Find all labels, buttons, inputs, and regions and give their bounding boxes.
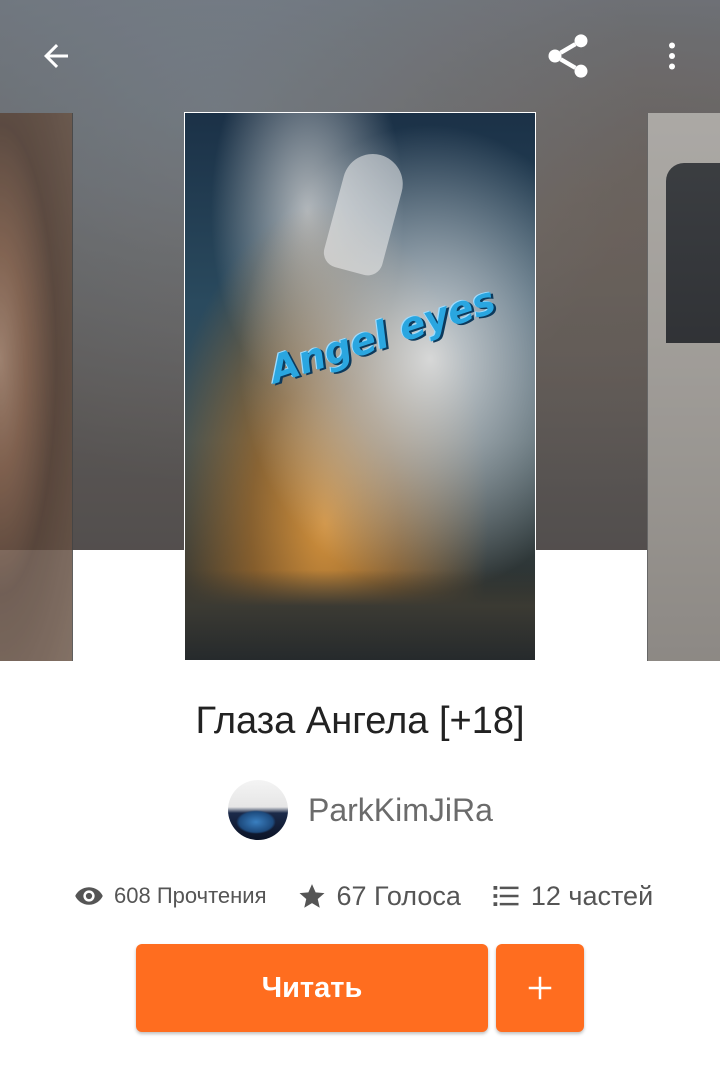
reads-stat: 608 Прочтения [74,881,267,911]
next-book-cover[interactable] [647,113,720,661]
previous-book-cover[interactable] [0,113,73,661]
author-name[interactable]: ParkKimJiRa [308,792,493,829]
author-avatar[interactable] [228,780,288,840]
more-vertical-icon [669,42,675,70]
read-button[interactable]: Читать [136,944,488,1032]
parts-stat: 12 частей [491,881,653,912]
arrow-left-icon [44,44,68,68]
plus-icon [528,976,552,1000]
votes-count: 67 Голоса [336,880,461,911]
cover-figure [320,147,410,279]
more-options-button[interactable] [644,28,700,84]
book-cover[interactable]: Angel eyes [184,112,536,661]
add-to-library-button[interactable] [496,944,584,1032]
list-icon [493,886,519,906]
eye-icon [75,887,103,905]
book-title: Глаза Ангела [+18] [195,700,525,742]
back-button[interactable] [28,28,84,84]
share-button[interactable] [540,28,596,84]
reads-count: 608 Прочтения [114,883,267,908]
votes-stat: 67 Голоса [297,881,461,912]
author-link[interactable]: ParkKimJiRa [228,780,493,840]
cover-title-text: Angel eyes [263,277,501,393]
cover-rocks [185,570,535,660]
parts-count: 12 частей [530,880,654,911]
share-icon [548,34,588,78]
star-icon [299,884,324,908]
book-stats: 608 Прочтения 67 Голоса 12 частей [74,876,683,916]
